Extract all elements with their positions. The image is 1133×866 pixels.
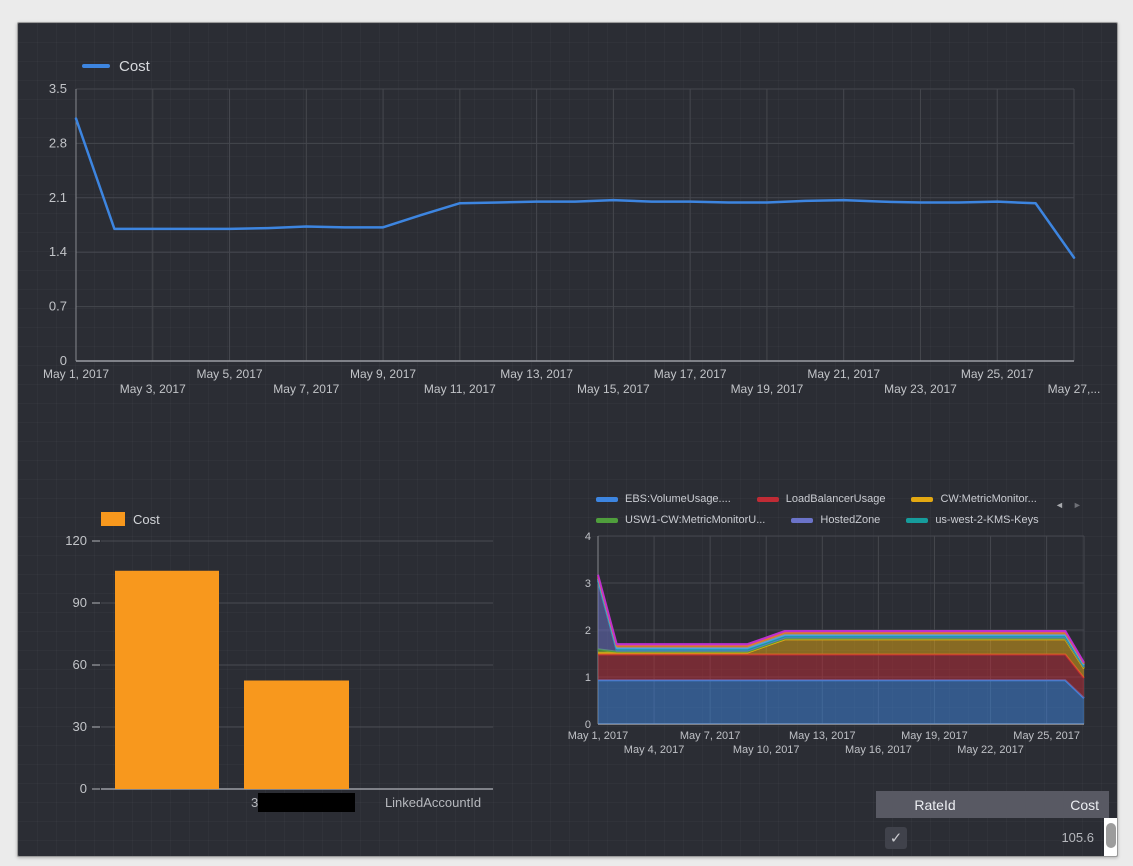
redaction-box bbox=[258, 793, 355, 812]
x-tick-label: May 27,... bbox=[1048, 382, 1101, 396]
table-cost-value: 105.6 bbox=[1061, 830, 1094, 845]
check-icon: ✓ bbox=[890, 831, 903, 846]
y-tick-label: 2.1 bbox=[49, 190, 67, 205]
scrollbar-thumb[interactable] bbox=[1106, 823, 1116, 848]
x-tick-label: May 1, 2017 bbox=[43, 367, 109, 381]
dashboard-panel: Cost 0 0.7 1.4 2.1 2.8 3.5 May 1, 2017 May 3, 2… bbox=[17, 22, 1118, 857]
y-tick-label: 0 bbox=[60, 353, 67, 368]
x-tick-label: May 13, 2017 bbox=[500, 367, 573, 381]
x-tick-label: May 3, 2017 bbox=[120, 382, 186, 396]
y-tick-label: 120 bbox=[65, 533, 87, 548]
x-tick-label: May 1, 2017 bbox=[568, 730, 629, 742]
bar-rect[interactable] bbox=[244, 681, 349, 790]
x-tick-label: May 17, 2017 bbox=[654, 367, 727, 381]
usage-area-chart[interactable]: 01234May 1, 2017May 4, 2017May 7, 2017Ma… bbox=[558, 483, 1117, 783]
x-tick-label: May 13, 2017 bbox=[789, 730, 856, 742]
x-tick-label: May 16, 2017 bbox=[845, 744, 912, 756]
rateid-checkbox[interactable]: ✓ bbox=[885, 827, 907, 849]
bar-rect[interactable] bbox=[115, 571, 219, 789]
area-band-0[interactable] bbox=[598, 680, 1084, 724]
x-tick-label: May 7, 2017 bbox=[273, 382, 339, 396]
x-tick-label: May 11, 2017 bbox=[424, 382, 496, 396]
y-tick-label: 1.4 bbox=[49, 244, 67, 259]
y-tick-label: 0.7 bbox=[49, 299, 67, 314]
x-tick-label: May 21, 2017 bbox=[807, 367, 880, 381]
x-tick-label: May 9, 2017 bbox=[350, 367, 416, 381]
y-tick-label: 0 bbox=[80, 781, 87, 796]
x-tick-label: May 19, 2017 bbox=[901, 730, 968, 742]
x-tick-label: May 4, 2017 bbox=[624, 744, 685, 756]
x-tick-label: May 7, 2017 bbox=[680, 730, 741, 742]
bar-category-label: 3 bbox=[251, 793, 355, 812]
x-tick-label: May 10, 2017 bbox=[733, 744, 800, 756]
bar-category-text: 3 bbox=[251, 795, 258, 810]
y-tick-label: 2.8 bbox=[49, 135, 67, 150]
table-header: RateId Cost bbox=[876, 791, 1109, 818]
y-tick-label: 1 bbox=[585, 672, 591, 684]
bar-axis-field-label: LinkedAccountId bbox=[373, 795, 493, 810]
table-col-rateid[interactable]: RateId bbox=[876, 797, 994, 813]
y-tick-label: 3.5 bbox=[49, 81, 67, 96]
table-scrollbar[interactable] bbox=[1104, 818, 1118, 856]
y-tick-label: 30 bbox=[73, 719, 87, 734]
x-tick-label: May 5, 2017 bbox=[197, 367, 263, 381]
table-row: ✓ 105.6 bbox=[876, 818, 1109, 856]
x-tick-label: May 22, 2017 bbox=[957, 744, 1024, 756]
x-tick-label: May 25, 2017 bbox=[1013, 730, 1080, 742]
y-tick-label: 90 bbox=[73, 595, 87, 610]
y-tick-label: 4 bbox=[585, 531, 591, 543]
cost-bar-chart[interactable]: 0 30 60 90 120 bbox=[18, 493, 578, 833]
cost-line-chart[interactable]: 0 0.7 1.4 2.1 2.8 3.5 May 1, 2017 May 3, 2017 Ma… bbox=[18, 51, 1117, 416]
x-tick-label: May 25, 2017 bbox=[961, 367, 1034, 381]
x-tick-label: May 23, 2017 bbox=[884, 382, 957, 396]
y-tick-label: 60 bbox=[73, 657, 87, 672]
x-tick-label: May 15, 2017 bbox=[577, 382, 650, 396]
y-tick-label: 3 bbox=[585, 578, 591, 590]
cost-line-series[interactable] bbox=[76, 119, 1074, 258]
x-tick-label: May 19, 2017 bbox=[731, 382, 804, 396]
y-tick-label: 2 bbox=[585, 625, 591, 637]
table-col-cost[interactable]: Cost bbox=[994, 797, 1109, 813]
